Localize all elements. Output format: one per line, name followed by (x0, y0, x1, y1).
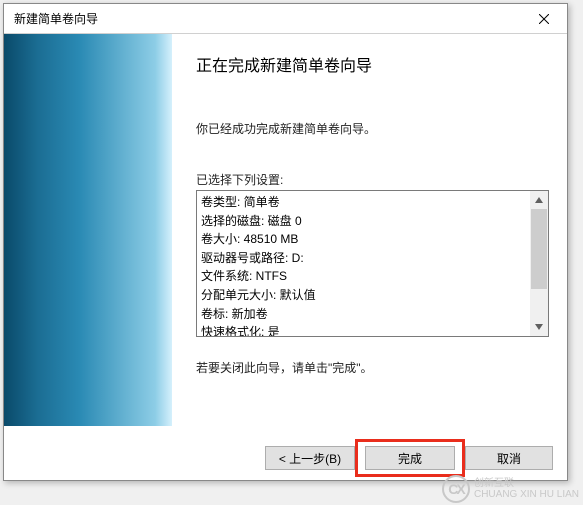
settings-line: 选择的磁盘: 磁盘 0 (201, 212, 526, 231)
chevron-up-icon (535, 197, 543, 203)
scroll-up-button[interactable] (530, 191, 548, 209)
back-button[interactable]: < 上一步(B) (265, 446, 355, 470)
settings-content: 卷类型: 简单卷选择的磁盘: 磁盘 0卷大小: 48510 MB驱动器号或路径:… (197, 191, 530, 336)
settings-line: 卷类型: 简单卷 (201, 193, 526, 212)
watermark-logo-icon: CX (442, 475, 470, 503)
settings-line: 快速格式化: 是 (201, 323, 526, 336)
settings-line: 卷标: 新加卷 (201, 305, 526, 324)
cancel-button[interactable]: 取消 (465, 446, 553, 470)
settings-label: 已选择下列设置: (196, 171, 549, 188)
watermark-line2: CHUANG XIN HU LIAN (474, 489, 579, 500)
footer-instruction: 若要关闭此向导，请单击"完成"。 (196, 359, 549, 376)
button-row: < 上一步(B) 完成 取消 (265, 446, 553, 470)
settings-line: 驱动器号或路径: D: (201, 249, 526, 268)
watermark-line1: 创新互联 (474, 478, 579, 489)
titlebar: 新建简单卷向导 (4, 4, 567, 34)
page-heading: 正在完成新建简单卷向导 (196, 52, 549, 76)
wizard-sidebar-graphic (4, 34, 172, 426)
main-panel: 正在完成新建简单卷向导 你已经成功完成新建简单卷向导。 已选择下列设置: 卷类型… (172, 34, 567, 426)
settings-line: 卷大小: 48510 MB (201, 230, 526, 249)
watermark: CX 创新互联 CHUANG XIN HU LIAN (442, 475, 579, 503)
scroll-down-button[interactable] (530, 318, 548, 336)
close-button[interactable] (521, 4, 567, 34)
scrollbar-thumb[interactable] (531, 209, 547, 289)
settings-line: 文件系统: NTFS (201, 267, 526, 286)
chevron-down-icon (535, 324, 543, 330)
completion-text: 你已经成功完成新建简单卷向导。 (196, 120, 549, 137)
wizard-window: 新建简单卷向导 正在完成新建简单卷向导 你已经成功完成新建简单卷向导。 已选择下… (3, 3, 568, 481)
content-area: 正在完成新建简单卷向导 你已经成功完成新建简单卷向导。 已选择下列设置: 卷类型… (4, 34, 567, 426)
watermark-text: 创新互联 CHUANG XIN HU LIAN (474, 478, 579, 500)
settings-line: 分配单元大小: 默认值 (201, 286, 526, 305)
close-icon (539, 14, 549, 24)
settings-textbox[interactable]: 卷类型: 简单卷选择的磁盘: 磁盘 0卷大小: 48510 MB驱动器号或路径:… (196, 190, 549, 337)
finish-button[interactable]: 完成 (365, 446, 455, 470)
vertical-scrollbar[interactable] (530, 191, 548, 336)
window-title: 新建简单卷向导 (14, 10, 98, 27)
